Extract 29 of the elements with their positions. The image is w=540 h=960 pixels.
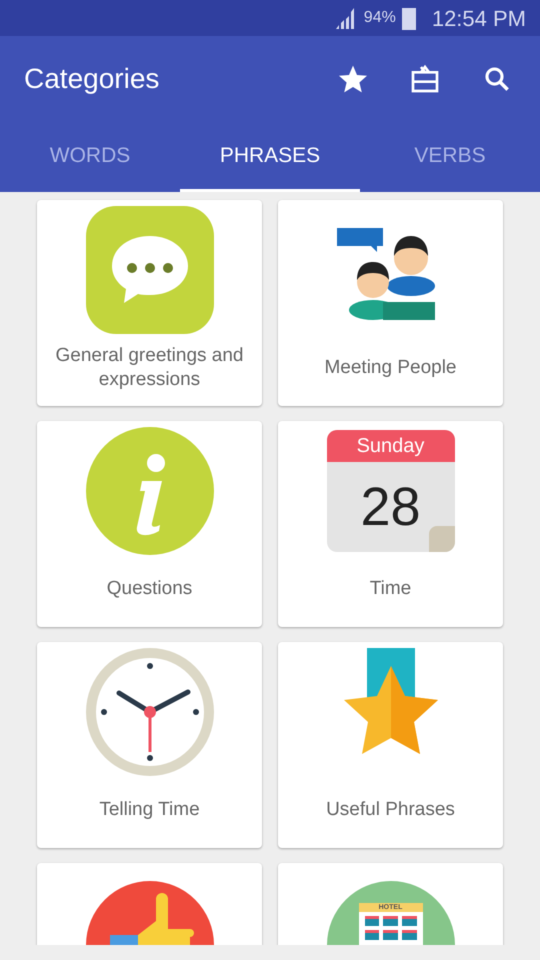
screen-title: Categories (24, 62, 160, 96)
category-label: Telling Time (99, 798, 200, 822)
category-label: Meeting People (324, 356, 457, 380)
category-label: Questions (106, 577, 192, 601)
tab[interactable]: PHRASES (180, 122, 360, 192)
weekday-text: Sunday (326, 430, 454, 462)
gift-card-icon (409, 63, 441, 95)
category-label: Time (370, 577, 412, 601)
chat-bubble-icon (86, 206, 214, 334)
battery-percent: 94% (364, 8, 396, 28)
clock-time: 12:54 PM (432, 4, 526, 32)
tab[interactable]: VERBS (360, 122, 540, 192)
category-card[interactable]: General greetings and expressions (37, 200, 262, 406)
category-card[interactable]: Questions (37, 421, 262, 627)
tab[interactable]: WORDS (0, 122, 180, 192)
category-card[interactable]: Meeting People (278, 200, 503, 406)
day-number: 28 (360, 476, 421, 538)
category-card[interactable]: Sunday 28 Time (278, 421, 503, 627)
category-label: Useful Phrases (326, 798, 455, 822)
windows-drawing (364, 916, 416, 940)
category-card[interactable]: Telling Time (37, 642, 262, 848)
star-icon (337, 63, 369, 95)
thumbs-up-icon (86, 881, 214, 945)
page-corner-icon (428, 526, 454, 552)
category-label: General greetings and expressions (54, 344, 244, 392)
clock-icon (86, 648, 214, 776)
category-card[interactable]: Useful Phrases (278, 642, 503, 848)
info-icon (86, 427, 214, 555)
battery-icon (402, 6, 416, 30)
